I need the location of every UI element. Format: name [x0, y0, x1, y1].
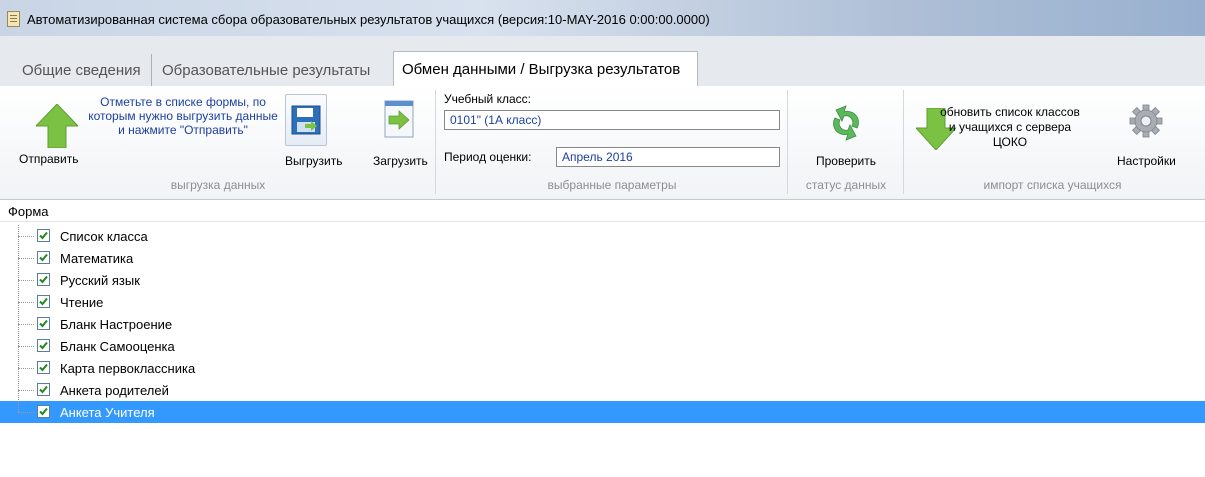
tree-header-divider — [0, 221, 1205, 222]
tree-header: Форма — [8, 204, 49, 219]
item-checkbox[interactable] — [37, 405, 50, 418]
save-disk-icon[interactable] — [285, 94, 327, 146]
tree-connector — [18, 258, 34, 259]
export-note: Отметьте в списке формы, по которым нужн… — [88, 95, 278, 137]
item-checkbox[interactable] — [37, 251, 50, 264]
tree-item-label: Математика — [60, 251, 134, 266]
tree-connector — [18, 368, 19, 390]
title-bar: Автоматизированная система сбора образов… — [0, 0, 1205, 36]
load-button[interactable]: Загрузить — [373, 154, 428, 168]
tree-connector — [18, 346, 34, 347]
class-field[interactable]: 0101" (1А класс) — [444, 110, 780, 130]
forms-tree: Форма Список класса Математика Русский язы… — [0, 201, 1205, 477]
window-title: Автоматизированная система сбора образов… — [27, 12, 710, 27]
check-button[interactable]: Проверить — [816, 154, 876, 168]
period-field[interactable]: Апрель 2016 — [556, 147, 780, 167]
params-group: Учебный класс: 0101" (1А класс) Период о… — [436, 88, 788, 196]
tree-item[interactable]: Анкета родителей — [0, 368, 1205, 401]
tree-item-label: Чтение — [60, 295, 104, 310]
tab-bar: Общие сведения Образовательные результат… — [0, 36, 1205, 88]
tab-general-info[interactable]: Общие сведения — [22, 54, 152, 87]
item-checkbox[interactable] — [37, 295, 50, 308]
item-checkbox[interactable] — [37, 339, 50, 352]
item-checkbox[interactable] — [37, 229, 50, 242]
tree-connector — [18, 236, 34, 237]
tree-connector — [18, 346, 19, 368]
document-icon — [7, 11, 20, 27]
export-group-label: выгрузка данных — [170, 178, 266, 192]
settings-button[interactable]: Настройки — [1117, 154, 1176, 168]
send-arrow-up-icon[interactable] — [34, 103, 80, 151]
item-checkbox[interactable] — [37, 273, 50, 286]
tree-connector — [18, 258, 19, 280]
tree-item[interactable]: Русский язык — [0, 258, 1205, 291]
params-group-label: выбранные параметры — [547, 178, 677, 192]
tab-data-exchange[interactable]: Обмен данными / Выгрузка результатов — [393, 51, 698, 88]
tree-connector — [18, 236, 19, 258]
tree-connector — [18, 324, 34, 325]
period-label: Период оценки: — [444, 150, 532, 164]
item-checkbox[interactable] — [37, 361, 50, 374]
tree-connector — [18, 302, 19, 324]
item-checkbox[interactable] — [37, 317, 50, 330]
import-note: обновить список классов и учащихся с сер… — [940, 105, 1080, 149]
send-button[interactable]: Отправить — [19, 152, 79, 166]
ribbon: Отправить Отметьте в списке формы, по ко… — [0, 86, 1205, 200]
tree-item[interactable]: Список класса — [0, 225, 1205, 247]
tree-connector — [18, 368, 34, 369]
tree-item[interactable]: Бланк Настроение — [0, 302, 1205, 335]
tree-item-label: Бланк Настроение — [60, 317, 173, 332]
unload-button[interactable]: Выгрузить — [285, 154, 343, 168]
refresh-icon[interactable] — [828, 104, 864, 145]
item-checkbox[interactable] — [37, 383, 50, 396]
tree-item-label: Анкета Учителя — [60, 405, 155, 420]
tree-connector — [18, 302, 34, 303]
load-icon[interactable] — [384, 100, 414, 141]
tree-item[interactable]: Карта первоклассника — [0, 346, 1205, 379]
tree-connector — [18, 324, 19, 346]
tree-connector — [18, 280, 19, 302]
status-group: Проверить статус данных — [788, 88, 904, 196]
tree-item[interactable]: Чтение — [0, 280, 1205, 313]
tree-item[interactable]: Бланк Самооценка — [0, 324, 1205, 357]
export-group: Отправить Отметьте в списке формы, по ко… — [0, 88, 436, 196]
gear-icon[interactable] — [1129, 104, 1163, 141]
tree-connector — [18, 412, 34, 413]
tree-item[interactable]: Математика — [0, 236, 1205, 269]
import-group-label: импорт списка учащихся — [983, 178, 1122, 192]
tree-item-label: Карта первоклассника — [60, 361, 196, 376]
tree-item-label: Бланк Самооценка — [60, 339, 175, 354]
tree-connector — [18, 390, 19, 412]
tree-connector — [18, 225, 19, 236]
tree-item-label: Русский язык — [60, 273, 140, 288]
tree-item-label: Анкета родителей — [60, 383, 169, 398]
tree-connector — [18, 280, 34, 281]
class-label: Учебный класс: — [444, 92, 531, 106]
tree-item-label: Список класса — [60, 229, 148, 244]
status-group-label: статус данных — [805, 178, 887, 192]
tree-connector — [18, 390, 34, 391]
import-group: обновить список классов и учащихся с сер… — [904, 88, 1201, 196]
tab-educational-results[interactable]: Образовательные результаты — [162, 54, 392, 87]
tree-item[interactable]: Анкета Учителя — [0, 390, 1205, 423]
